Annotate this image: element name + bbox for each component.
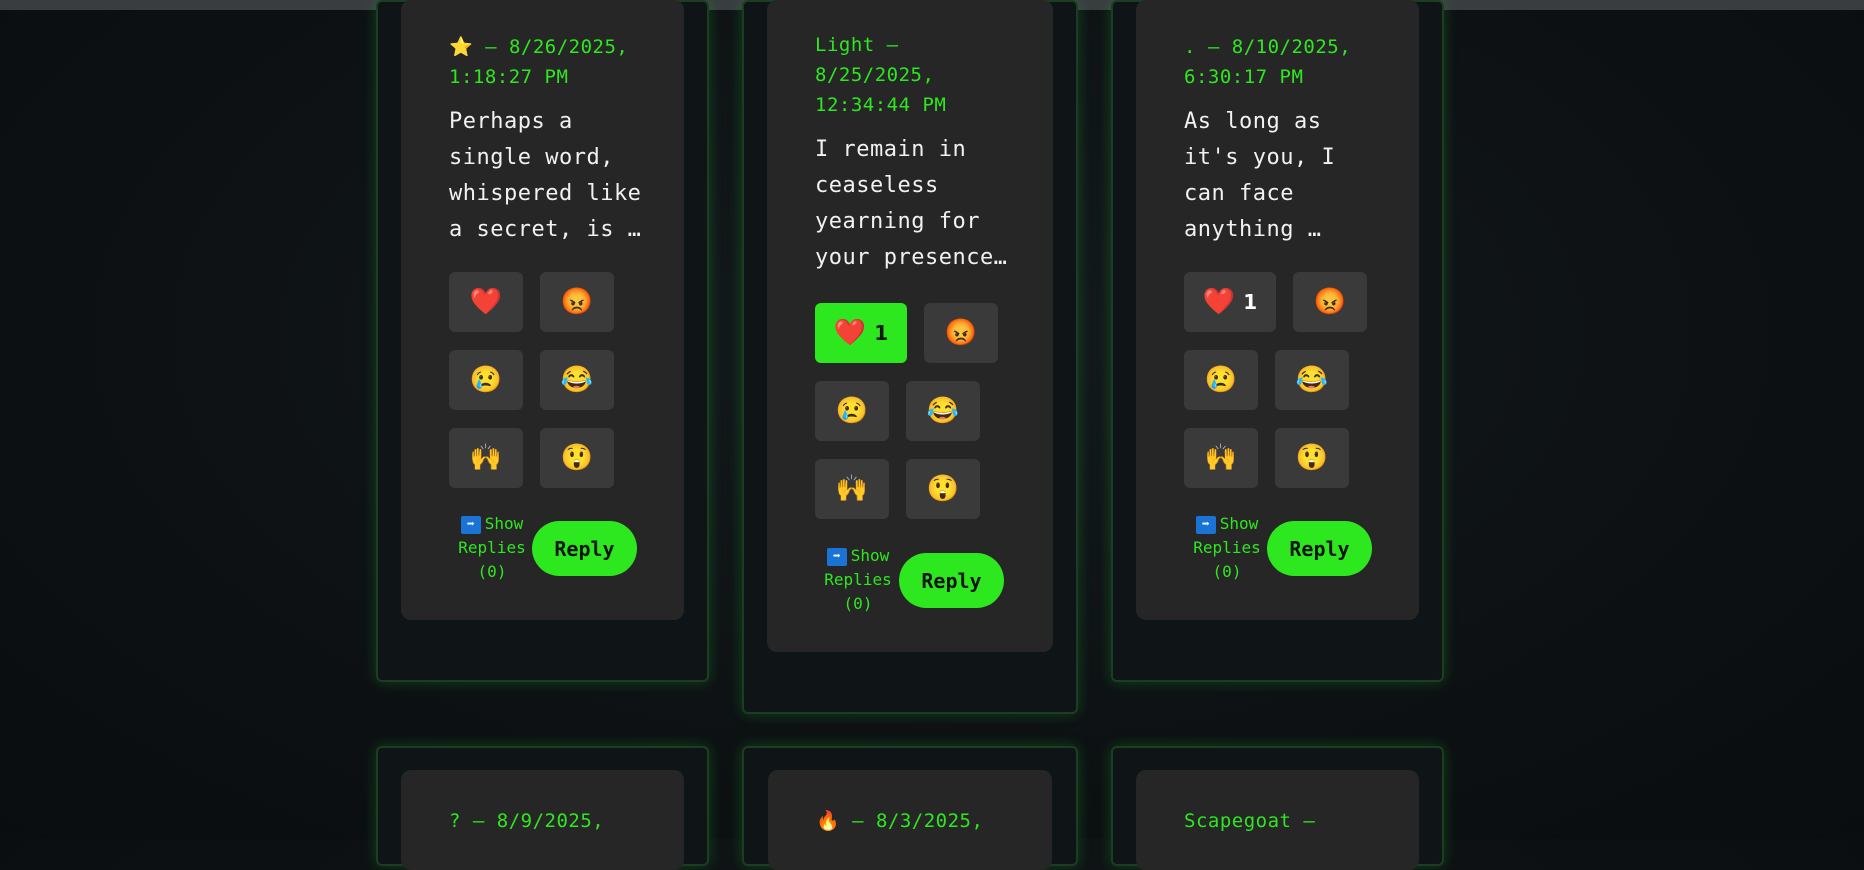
raised-hands-reaction-button[interactable]: 🙌 (449, 428, 523, 488)
message-card-4: ? — 8/9/2025, (401, 770, 684, 870)
show-replies-toggle[interactable]: ➡ Show Replies (0) (449, 512, 535, 584)
message-line: single word, (449, 145, 614, 170)
joy-reaction-button[interactable]: 😂 (1275, 350, 1349, 410)
heart-reaction-button[interactable]: ❤️ (449, 272, 523, 332)
reply-button[interactable]: Reply (1267, 521, 1372, 576)
astonished-reaction-button[interactable]: 😲 (540, 428, 614, 488)
author-timestamp-line: 🔥 — 8/3/2025, (816, 810, 984, 832)
message-line: whispered like (449, 181, 642, 206)
message-line: yearning for (815, 209, 980, 234)
heart-reaction-button[interactable]: ❤️ 1 (1184, 272, 1276, 332)
message-card-1: ⭐ — 8/26/2025, 1:18:27 PM Perhaps a sing… (401, 0, 684, 620)
angry-face-icon: 😡 (560, 287, 594, 317)
angry-reaction-button[interactable]: 😡 (540, 272, 614, 332)
author-timestamp-line: Scapegoat — (1184, 810, 1316, 832)
author-timestamp: ⭐ — 8/26/2025, 1:18:27 PM (449, 32, 628, 92)
raised-hands-icon: 🙌 (1204, 443, 1238, 473)
heart-reaction-button[interactable]: ❤️ 1 (815, 303, 907, 363)
message-text: I remain in ceaseless yearning for your … (815, 132, 1007, 276)
sad-face-icon: 😢 (469, 365, 503, 395)
show-replies-toggle[interactable]: ➡ Show Replies (0) (1184, 512, 1270, 584)
heart-icon: ❤️ (469, 287, 503, 317)
joy-reaction-button[interactable]: 😂 (906, 381, 980, 441)
angry-reaction-button[interactable]: 😡 (924, 303, 998, 363)
message-line: As long as (1184, 109, 1322, 134)
arrow-right-icon: ➡ (1195, 516, 1216, 534)
astonished-reaction-button[interactable]: 😲 (1275, 428, 1349, 488)
author-timestamp: . — 8/10/2025, 6:30:17 PM (1184, 32, 1351, 92)
sad-reaction-button[interactable]: 😢 (449, 350, 523, 410)
message-line: it's you, I (1184, 145, 1336, 170)
message-line: your presence… (815, 245, 1008, 270)
author-timestamp-line: Light — (815, 34, 899, 56)
tears-of-joy-icon: 😂 (560, 365, 594, 395)
author-timestamp-line: 6:30:17 PM (1184, 66, 1304, 88)
author-timestamp: 🔥 — 8/3/2025, (816, 806, 983, 836)
raised-hands-icon: 🙌 (835, 474, 869, 504)
arrow-right-icon: ➡ (826, 548, 847, 566)
message-line: anything … (1184, 217, 1322, 242)
message-line: ceaseless (815, 173, 939, 198)
heart-icon: ❤️ (1202, 287, 1236, 317)
tears-of-joy-icon: 😂 (926, 396, 960, 426)
message-text: Perhaps a single word, whispered like a … (449, 104, 641, 248)
angry-face-icon: 😡 (944, 318, 978, 348)
message-line: can face (1184, 181, 1294, 206)
message-text: As long as it's you, I can face anything… (1184, 104, 1335, 248)
heart-count: 1 (874, 321, 889, 345)
astonished-face-icon: 😲 (926, 474, 960, 504)
astonished-reaction-button[interactable]: 😲 (906, 459, 980, 519)
message-line: Perhaps a (449, 109, 573, 134)
author-timestamp-line: . — 8/10/2025, (1184, 36, 1352, 58)
author-timestamp-line: ? — 8/9/2025, (449, 810, 605, 832)
author-timestamp-line: 12:34:44 PM (815, 94, 947, 116)
sad-face-icon: 😢 (1204, 365, 1238, 395)
reply-button[interactable]: Reply (899, 553, 1004, 608)
angry-reaction-button[interactable]: 😡 (1293, 272, 1367, 332)
message-card-2: Light — 8/25/2025, 12:34:44 PM I remain … (767, 0, 1053, 652)
author-timestamp: Light — 8/25/2025, 12:34:44 PM (815, 30, 946, 120)
sad-reaction-button[interactable]: 😢 (815, 381, 889, 441)
message-card-3: . — 8/10/2025, 6:30:17 PM As long as it'… (1136, 0, 1419, 620)
sad-face-icon: 😢 (835, 396, 869, 426)
tears-of-joy-icon: 😂 (1295, 365, 1329, 395)
raised-hands-reaction-button[interactable]: 🙌 (1184, 428, 1258, 488)
message-line: I remain in (815, 137, 967, 162)
raised-hands-icon: 🙌 (469, 443, 503, 473)
sad-reaction-button[interactable]: 😢 (1184, 350, 1258, 410)
message-line: a secret, is … (449, 217, 642, 242)
author-timestamp: ? — 8/9/2025, (449, 806, 604, 836)
astonished-face-icon: 😲 (560, 443, 594, 473)
author-timestamp-line: 1:18:27 PM (449, 66, 569, 88)
message-card-6: Scapegoat — (1136, 770, 1419, 870)
author-timestamp-line: 8/25/2025, (815, 64, 935, 86)
message-card-5: 🔥 — 8/3/2025, (768, 770, 1052, 870)
author-timestamp: Scapegoat — (1184, 806, 1315, 836)
joy-reaction-button[interactable]: 😂 (540, 350, 614, 410)
raised-hands-reaction-button[interactable]: 🙌 (815, 459, 889, 519)
reply-button[interactable]: Reply (532, 521, 637, 576)
astonished-face-icon: 😲 (1295, 443, 1329, 473)
arrow-right-icon: ➡ (460, 516, 481, 534)
heart-count: 1 (1243, 290, 1258, 314)
author-timestamp-line: ⭐ — 8/26/2025, (449, 36, 629, 58)
heart-icon: ❤️ (833, 318, 867, 348)
show-replies-toggle[interactable]: ➡ Show Replies (0) (815, 544, 901, 616)
angry-face-icon: 😡 (1313, 287, 1347, 317)
